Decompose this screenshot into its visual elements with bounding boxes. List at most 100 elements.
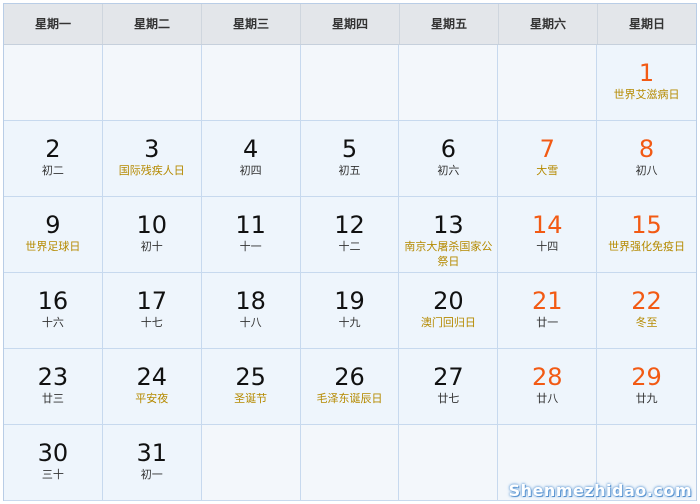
lunar-date-label: 十八	[239, 316, 262, 329]
calendar-cell-empty	[399, 425, 499, 501]
calendar-cell[interactable]: 25 圣诞节	[201, 349, 301, 425]
weekday-tuesday: 星期二	[103, 4, 202, 44]
lunar-date-label: 廿八	[536, 392, 559, 405]
calendar-cell[interactable]: 3 国际残疾人日	[102, 121, 202, 197]
weekday-wednesday: 星期三	[202, 4, 301, 44]
day-number: 8	[638, 135, 655, 163]
day-number: 24	[136, 363, 168, 391]
calendar-cell[interactable]: 16 十六	[4, 273, 103, 349]
calendar-cell[interactable]: 14 十四	[498, 197, 598, 273]
lunar-date-label: 十六	[41, 316, 64, 329]
calendar-cell-empty	[201, 425, 301, 501]
day-number: 1	[638, 59, 655, 87]
weekday-saturday: 星期六	[499, 4, 598, 44]
day-number: 3	[144, 135, 160, 163]
calendar-cell[interactable]: 11 十一	[201, 197, 301, 273]
lunar-date-label: 廿一	[536, 316, 559, 329]
calendar-cell[interactable]: 17 十七	[102, 273, 202, 349]
day-number: 16	[37, 287, 69, 315]
day-number: 23	[37, 363, 69, 391]
lunar-date-label: 十四	[536, 240, 559, 253]
calendar-cell[interactable]: 7 大雪	[498, 121, 598, 197]
calendar-cell[interactable]: 24 平安夜	[102, 349, 202, 425]
calendar-cell-empty	[498, 45, 598, 121]
day-number: 17	[136, 287, 168, 315]
calendar-cell[interactable]: 30 三十	[4, 425, 103, 501]
day-number: 25	[235, 363, 266, 391]
day-number: 19	[334, 287, 365, 315]
lunar-date-label: 十九	[338, 316, 361, 329]
watermark: Shenmezhidao.com	[508, 481, 692, 500]
lunar-date-label: 十七	[140, 316, 163, 329]
festival-label: 世界强化免疫日	[608, 240, 686, 253]
weekday-thursday: 星期四	[301, 4, 400, 44]
calendar-cell-empty	[399, 45, 499, 121]
calendar-cell-empty	[300, 45, 400, 121]
festival-label: 世界艾滋病日	[613, 88, 680, 101]
weekday-monday: 星期一	[4, 4, 103, 44]
lunar-date-label: 廿九	[635, 392, 658, 405]
calendar-cell[interactable]: 22 冬至	[597, 273, 696, 349]
calendar-cell[interactable]: 6 初六	[399, 121, 499, 197]
calendar-cell[interactable]: 15 世界强化免疫日	[597, 197, 696, 273]
day-number: 22	[631, 287, 662, 315]
day-number: 15	[631, 211, 662, 239]
day-number: 12	[334, 211, 365, 239]
day-number: 4	[242, 135, 259, 163]
lunar-date-label: 十二	[338, 240, 361, 253]
calendar-cell[interactable]: 1 世界艾滋病日	[597, 45, 696, 121]
calendar-cell[interactable]: 4 初四	[201, 121, 301, 197]
lunar-date-label: 初十	[140, 240, 163, 253]
calendar-cell[interactable]: 31 初一	[102, 425, 202, 501]
calendar-cell[interactable]: 21 廿一	[498, 273, 598, 349]
lunar-date-label: 初一	[140, 468, 163, 481]
lunar-date-label: 初二	[41, 164, 64, 177]
lunar-date-label: 初五	[338, 164, 361, 177]
festival-label: 南京大屠杀国家公祭日	[404, 240, 493, 268]
day-number: 18	[235, 287, 266, 315]
lunar-date-label: 廿三	[41, 392, 64, 405]
day-number: 5	[341, 135, 358, 163]
festival-label: 毛泽东诞辰日	[316, 392, 383, 405]
day-number: 6	[440, 135, 456, 163]
calendar-cell[interactable]: 10 初十	[102, 197, 202, 273]
calendar-cell[interactable]: 27 廿七	[399, 349, 499, 425]
weekday-header: 星期一 星期二 星期三 星期四 星期五 星期六 星期日	[4, 4, 696, 45]
calendar-cell[interactable]: 12 十二	[300, 197, 400, 273]
lunar-date-label: 初六	[437, 164, 460, 177]
calendar-cell[interactable]: 29 廿九	[597, 349, 696, 425]
festival-label: 冬至	[635, 316, 658, 329]
calendar-cell[interactable]: 28 廿八	[498, 349, 598, 425]
weekday-sunday: 星期日	[628, 17, 665, 31]
festival-label: 大雪	[536, 164, 559, 177]
calendar-grid: 1 世界艾滋病日 2 初二 3 国际残疾人日 4 初四 5 初五 6 初六 7 大雪 8 初八 9 世界足球日 10…	[4, 45, 696, 501]
calendar-cell[interactable]: 23 廿三	[4, 349, 103, 425]
calendar-cell[interactable]: 13 南京大屠杀国家公祭日	[399, 197, 499, 273]
day-number: 27	[433, 363, 464, 391]
festival-label: 世界足球日	[25, 240, 81, 253]
calendar-cell[interactable]: 9 世界足球日	[4, 197, 103, 273]
festival-label: 国际残疾人日	[118, 164, 185, 177]
day-number: 11	[235, 211, 266, 239]
calendar-cell[interactable]: 18 十八	[201, 273, 301, 349]
day-number: 10	[136, 211, 168, 239]
calendar-cell[interactable]: 26 毛泽东诞辰日	[300, 349, 400, 425]
calendar-cell[interactable]: 8 初八	[597, 121, 696, 197]
calendar-cell[interactable]: 19 十九	[300, 273, 400, 349]
day-number: 29	[631, 363, 662, 391]
day-number: 21	[531, 287, 563, 315]
day-number: 9	[45, 211, 61, 239]
calendar-cell[interactable]: 5 初五	[300, 121, 400, 197]
lunar-date-label: 三十	[41, 468, 64, 481]
festival-label: 澳门回归日	[420, 316, 476, 329]
day-number: 14	[531, 211, 563, 239]
calendar-cell[interactable]: 20 澳门回归日	[399, 273, 499, 349]
calendar-cell-empty	[201, 45, 301, 121]
lunar-date-label: 十一	[239, 240, 262, 253]
day-number: 7	[539, 135, 555, 163]
day-number: 28	[531, 363, 563, 391]
calendar-cell[interactable]: 2 初二	[4, 121, 103, 197]
day-number: 2	[45, 135, 61, 163]
festival-label: 平安夜	[135, 392, 169, 405]
calendar: 星期一 星期二 星期三 星期四 星期五 星期六 星期日 1 世界艾滋病日 2 初二 3 国…	[3, 3, 697, 501]
